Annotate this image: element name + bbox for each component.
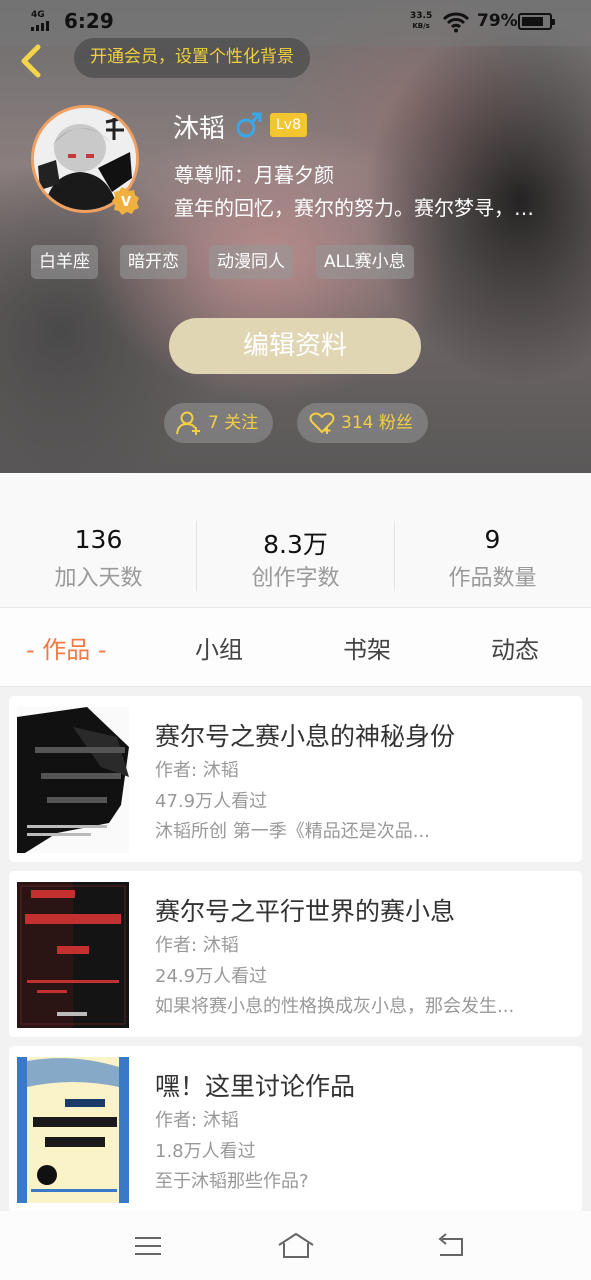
work-title: 赛尔号之赛小息的神秘身份	[155, 722, 456, 751]
work-author: 作者: 沐韬	[155, 760, 239, 781]
stat-word-count: 8.3万 创作字数	[197, 473, 394, 607]
tag-item[interactable]: 动漫同人	[209, 245, 293, 279]
level-badge: Lv8	[270, 113, 307, 137]
battery-percent: 79%	[477, 11, 518, 31]
work-description: 沐韬所创 第一季《精品还是次品...	[155, 821, 430, 842]
book-cover-image	[17, 707, 129, 853]
work-author: 作者: 沐韬	[155, 1110, 239, 1131]
work-views: 24.9万人看过	[155, 966, 268, 987]
work-card[interactable]: 赛尔号之平行世界的赛小息 作者: 沐韬 24.9万人看过 如果将赛小息的性格换成…	[9, 871, 582, 1037]
profile-tabs: - 作品 - 小组 书架 动态	[0, 607, 591, 687]
verified-badge-icon: V	[112, 187, 139, 215]
network-type: 4G	[31, 10, 45, 20]
battery-fill	[522, 17, 543, 26]
profile-stats: 136 加入天数 8.3万 创作字数 9 作品数量	[0, 473, 591, 607]
stat-works-count: 9 作品数量	[394, 473, 591, 607]
battery-icon	[518, 13, 555, 30]
work-description: 至于沐韬那些作品?	[155, 1171, 309, 1192]
works-list: 赛尔号之赛小息的神秘身份 作者: 沐韬 47.9万人看过 沐韬所创 第一季《精品…	[0, 687, 591, 1211]
username: 沐韬	[173, 114, 226, 144]
return-icon[interactable]	[434, 1229, 468, 1263]
signal-icon	[31, 21, 53, 31]
heart-icon	[309, 412, 335, 434]
tab-groups[interactable]: 小组	[195, 630, 243, 665]
work-title: 赛尔号之平行世界的赛小息	[155, 897, 456, 926]
profile-header: 4G 6:29 33.5 KB/s 79% 开通会员，设置个性化背景 V 沐韬 …	[0, 0, 591, 473]
add-user-icon	[176, 411, 200, 435]
network-speed: 33.5 KB/s	[410, 11, 432, 31]
stat-join-days: 136 加入天数	[0, 473, 197, 607]
mentor-text: 尊尊师：月暮夕颜	[174, 163, 334, 187]
menu-icon[interactable]	[131, 1229, 165, 1263]
work-description: 如果将赛小息的性格换成灰小息，那会发生...	[155, 996, 515, 1017]
followers-button[interactable]: 314 粉丝	[297, 403, 428, 443]
work-author: 作者: 沐韬	[155, 935, 239, 956]
tab-activity[interactable]: 动态	[491, 630, 539, 665]
following-count: 7 关注	[208, 413, 259, 433]
bio-text[interactable]: 童年的回忆，赛尔的努力。赛尔梦寻，…	[174, 192, 574, 221]
stat-value: 8.3万	[263, 530, 328, 559]
speed-value: 33.5	[410, 11, 433, 21]
stat-label: 创作字数	[251, 566, 340, 591]
system-nav-bar	[0, 1211, 591, 1280]
stat-label: 加入天数	[54, 566, 143, 591]
chevron-left-icon[interactable]	[14, 42, 48, 80]
book-cover-image	[17, 882, 129, 1028]
edit-profile-button[interactable]: 编辑资料	[169, 318, 421, 374]
tag-item[interactable]: ALL赛小息	[316, 245, 414, 279]
tab-works[interactable]: - 作品 -	[26, 630, 107, 665]
home-icon[interactable]	[277, 1229, 315, 1263]
speed-unit: KB/s	[412, 22, 430, 30]
work-views: 1.8万人看过	[155, 1141, 256, 1162]
work-title: 嘿！这里讨论作品	[155, 1072, 356, 1101]
work-card[interactable]: 赛尔号之赛小息的神秘身份 作者: 沐韬 47.9万人看过 沐韬所创 第一季《精品…	[9, 696, 582, 862]
svg-text:V: V	[121, 195, 131, 210]
tag-item[interactable]: 白羊座	[31, 245, 98, 279]
tag-item[interactable]: 暗开恋	[120, 245, 187, 279]
stat-label: 作品数量	[448, 566, 537, 591]
work-views: 47.9万人看过	[155, 791, 268, 812]
work-card[interactable]: 嘿！这里讨论作品 作者: 沐韬 1.8万人看过 至于沐韬那些作品?	[9, 1046, 582, 1211]
book-cover-image	[17, 1057, 129, 1203]
stat-value: 9	[484, 525, 501, 554]
tab-bookshelf[interactable]: 书架	[343, 630, 391, 665]
male-gender-icon	[236, 112, 262, 138]
status-time: 6:29	[64, 9, 114, 33]
vip-background-banner[interactable]: 开通会员，设置个性化背景	[74, 38, 310, 78]
stat-value: 136	[74, 525, 123, 554]
following-button[interactable]: 7 关注	[164, 403, 273, 443]
wifi-icon	[443, 12, 469, 33]
followers-count: 314 粉丝	[341, 413, 413, 433]
